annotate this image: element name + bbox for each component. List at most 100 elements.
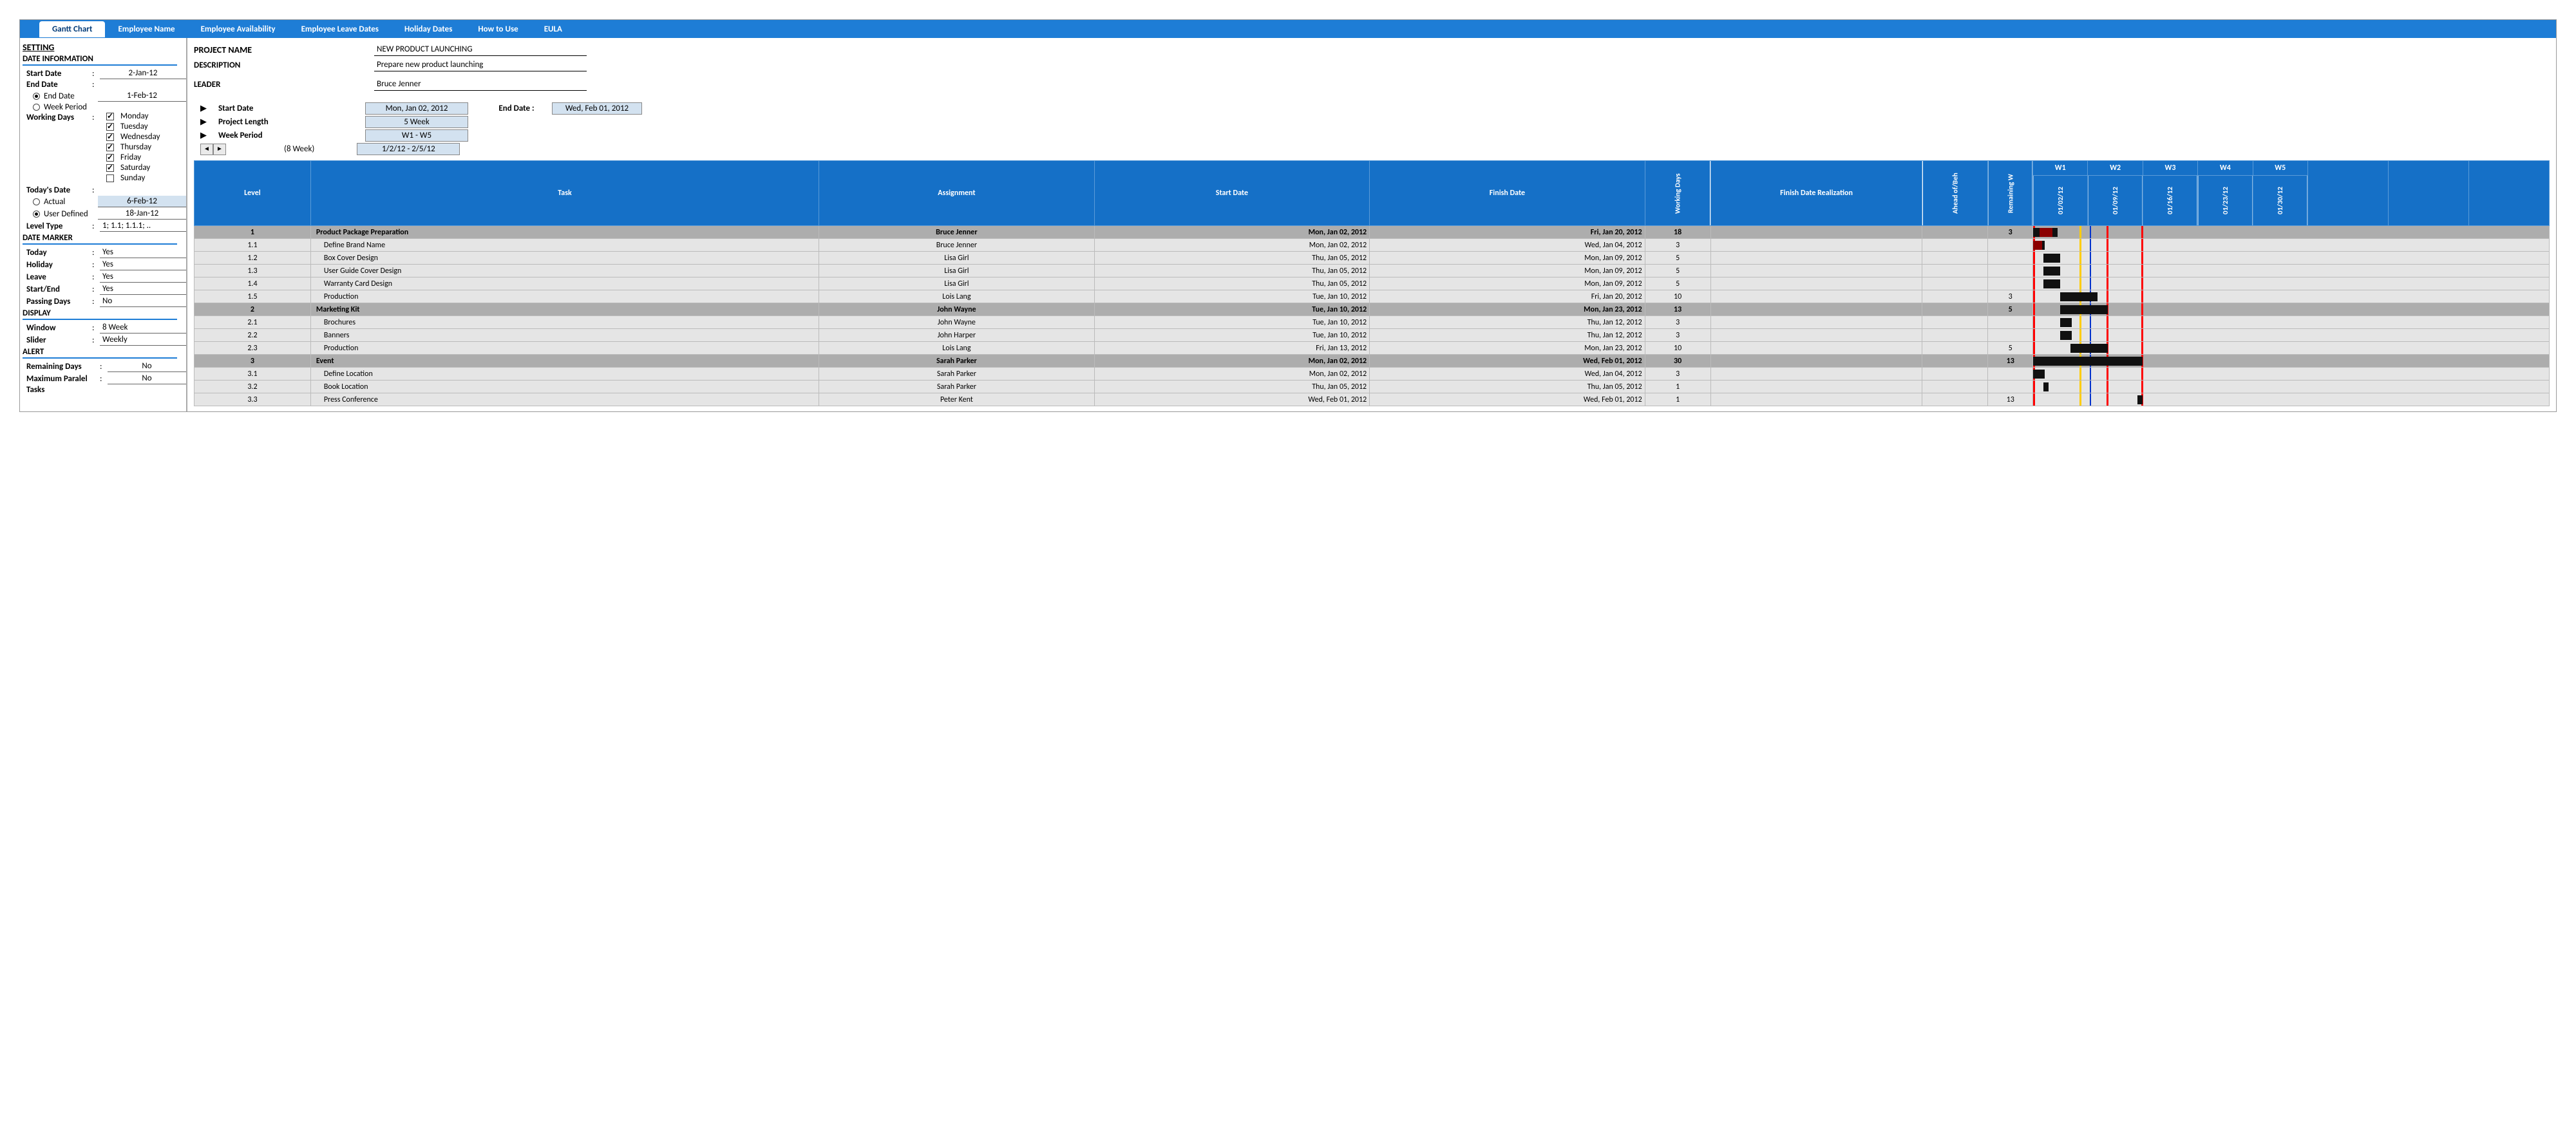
table-row[interactable]: 3.3Press ConferencePeter KentWed, Feb 01… [194, 393, 2550, 406]
divider [23, 357, 177, 359]
section-date-info: DATE INFORMATION [23, 54, 186, 64]
table-row[interactable]: 2.1BrochuresJohn WayneTue, Jan 10, 2012T… [194, 316, 2550, 329]
max-parallel-select[interactable]: No [108, 373, 186, 384]
checkbox-friday[interactable] [106, 154, 114, 162]
col-w3: W3 [2143, 161, 2197, 176]
end-date-radio[interactable] [33, 93, 40, 100]
marker-select[interactable]: No [100, 296, 186, 307]
main-area: SETTING DATE INFORMATION Start Date : 2-… [20, 38, 2556, 411]
prev-button[interactable]: ◄ [200, 144, 213, 155]
col-w5: W5 [2253, 161, 2307, 176]
marker-label: Holiday [23, 260, 92, 270]
date-range-value: 1/2/12 - 2/5/12 [357, 143, 460, 155]
top-nav-bar: Gantt ChartEmployee NameEmployee Availab… [20, 20, 2556, 38]
description-label: DESCRIPTION [194, 61, 374, 70]
day-label: Friday [120, 153, 141, 162]
gantt-chart: Level Task Assignment Start Date Finish … [194, 160, 2550, 406]
window-select[interactable]: 8 Week [100, 322, 186, 334]
level-type-select[interactable]: 1; 1.1; 1.1.1; .. [100, 220, 186, 232]
start-date-input[interactable]: 2-Jan-12 [100, 68, 186, 79]
tab-how-to-use[interactable]: How to Use [465, 21, 531, 37]
day-label: Thursday [120, 142, 151, 152]
user-defined-radio[interactable] [33, 211, 40, 218]
triangle-icon: ▶ [200, 131, 207, 140]
checkbox-saturday[interactable] [106, 164, 114, 172]
remaining-days-label: Remaining Days [23, 362, 100, 371]
next-button[interactable]: ► [213, 144, 226, 155]
triangle-icon: ▶ [200, 104, 207, 113]
tab-employee-name[interactable]: Employee Name [105, 21, 187, 37]
table-row[interactable]: 3.1Define LocationSarah ParkerMon, Jan 0… [194, 368, 2550, 381]
col-w2: W2 [2088, 161, 2143, 176]
week-period-value: W1 - W5 [365, 129, 468, 142]
project-name-label: PROJECT NAME [194, 44, 374, 55]
marker-select[interactable]: Yes [100, 271, 186, 283]
end-date-input[interactable]: 1-Feb-12 [98, 90, 186, 102]
col-date-2: 01/09/12 [2088, 176, 2143, 226]
user-defined-date-input[interactable]: 18-Jan-12 [98, 208, 186, 220]
level-type-label: Level Type [23, 221, 92, 231]
divider [23, 243, 177, 245]
app-window: Gantt ChartEmployee NameEmployee Availab… [19, 19, 2557, 412]
table-row[interactable]: 1.2Box Cover DesignLisa GirlThu, Jan 05,… [194, 252, 2550, 265]
table-row[interactable]: 3EventSarah ParkerMon, Jan 02, 2012Wed, … [194, 355, 2550, 368]
col-working-days: Working Days [1645, 161, 1710, 226]
col-date-5: 01/30/12 [2253, 176, 2307, 226]
week-period-radio[interactable] [33, 104, 40, 111]
checkbox-tuesday[interactable] [106, 123, 114, 131]
leader-label: LEADER [194, 80, 374, 89]
table-row[interactable]: 3.2Book LocationSarah ParkerThu, Jan 05,… [194, 381, 2550, 393]
slider-select[interactable]: Weekly [100, 334, 186, 346]
user-defined-option: User Defined [44, 209, 98, 219]
working-days-label: Working Days [23, 113, 92, 122]
day-label: Sunday [120, 173, 145, 183]
section-display: DISPLAY [23, 308, 186, 318]
actual-radio[interactable] [33, 198, 40, 205]
divider [23, 64, 177, 66]
tasks-label: Tasks [23, 385, 92, 395]
todays-date-label: Today's Date [23, 185, 92, 195]
marker-select[interactable]: Yes [100, 247, 186, 258]
checkbox-thursday[interactable] [106, 144, 114, 151]
col-w4: W4 [2198, 161, 2253, 176]
table-row[interactable]: 1.5ProductionLois LangTue, Jan 10, 2012F… [194, 290, 2550, 303]
checkbox-monday[interactable] [106, 113, 114, 120]
table-row[interactable]: 1.1Define Brand NameBruce JennerMon, Jan… [194, 239, 2550, 252]
tab-eula[interactable]: EULA [531, 21, 575, 37]
actual-date: 6-Feb-12 [98, 196, 186, 207]
table-row[interactable]: 1.4Warranty Card DesignLisa GirlThu, Jan… [194, 277, 2550, 290]
table-row[interactable]: 2Marketing KitJohn WayneTue, Jan 10, 201… [194, 303, 2550, 316]
gantt-table: Level Task Assignment Start Date Finish … [194, 160, 2550, 406]
week-period-option: Week Period [44, 102, 87, 112]
checkbox-wednesday[interactable] [106, 133, 114, 141]
remaining-days-select[interactable]: No [108, 361, 186, 372]
week-period-label: Week Period [218, 131, 365, 140]
description-input[interactable]: Prepare new product launching [374, 59, 587, 71]
project-name-input[interactable]: NEW PRODUCT LAUNCHING [374, 43, 587, 56]
table-row[interactable]: 1Product Package PreparationBruce Jenner… [194, 226, 2550, 239]
tab-holiday-dates[interactable]: Holiday Dates [392, 21, 465, 37]
checkbox-sunday[interactable] [106, 174, 114, 182]
tab-gantt-chart[interactable]: Gantt Chart [39, 21, 105, 37]
table-row[interactable]: 1.3User Guide Cover DesignLisa GirlThu, … [194, 265, 2550, 277]
start-date-label: Start Date [218, 104, 365, 113]
window-label: Window [23, 323, 92, 333]
col-level: Level [194, 161, 311, 226]
leader-input[interactable]: Bruce Jenner [374, 78, 587, 91]
tab-employee-availability[interactable]: Employee Availability [188, 21, 289, 37]
end-date-label: End Date [23, 80, 92, 89]
marker-label: Leave [23, 272, 92, 282]
col-w1: W1 [2033, 161, 2088, 176]
day-label: Wednesday [120, 132, 160, 142]
marker-select[interactable]: Yes [100, 283, 186, 295]
project-length-value: 5 Week [365, 116, 468, 128]
col-date-4: 01/23/12 [2198, 176, 2253, 226]
table-row[interactable]: 2.2BannersJohn HarperTue, Jan 10, 2012Th… [194, 329, 2550, 342]
settings-sidebar: SETTING DATE INFORMATION Start Date : 2-… [20, 38, 187, 411]
triangle-icon: ▶ [200, 117, 207, 127]
marker-select[interactable]: Yes [100, 259, 186, 270]
tab-employee-leave-dates[interactable]: Employee Leave Dates [289, 21, 392, 37]
section-date-marker: DATE MARKER [23, 233, 186, 243]
table-row[interactable]: 2.3ProductionLois LangFri, Jan 13, 2012M… [194, 342, 2550, 355]
col-start: Start Date [1094, 161, 1370, 226]
